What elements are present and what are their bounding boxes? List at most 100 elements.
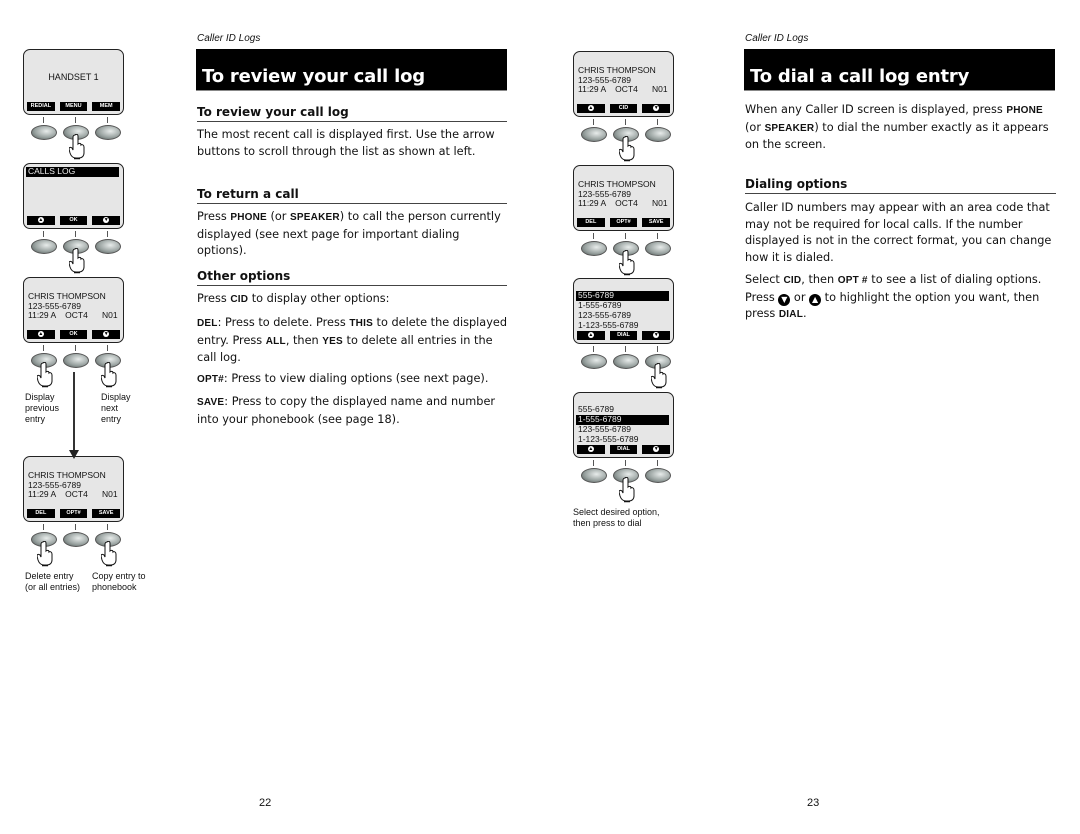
softkey-up[interactable]: ▲ [27, 330, 55, 339]
left-button[interactable] [31, 125, 57, 140]
softkey-save[interactable]: SAVE [642, 218, 671, 227]
left-button[interactable] [581, 241, 607, 256]
lcd-screen: CALLS LOG ▲ OK ▼ [23, 163, 124, 229]
softkey-redial[interactable]: REDIAL [27, 102, 55, 111]
lcd-screen: CHRIS THOMPSON 123-555-6789 11:29 A OCT4 N… [573, 51, 674, 117]
softkey-bar: DEL OPT# SAVE [27, 509, 121, 518]
page-title: To review your call log [202, 66, 425, 87]
lcd-screen: 555-6789 1-555-6789 123-555-6789 1-123-555-… [573, 392, 674, 458]
softkey-down[interactable]: ▼ [642, 104, 671, 113]
lcd-screen: 555-6789 1-555-6789 123-555-6789 1-123-555-… [573, 278, 674, 344]
softkey-mem[interactable]: MEM [92, 102, 121, 111]
up-arrow-icon: ▲ [587, 104, 594, 111]
softkey-down[interactable]: ▼ [92, 330, 121, 339]
softkey-opt-hash[interactable]: OPT# [609, 218, 638, 227]
heading-return-call: To return a call [197, 187, 507, 204]
up-arrow-icon: ▲ [809, 293, 822, 306]
tick [43, 345, 44, 351]
softkey-dial[interactable]: DIAL [609, 331, 638, 340]
phone-diagram: HANDSET 1 REDIAL MENU MEM [23, 49, 124, 160]
right-button[interactable] [645, 127, 671, 142]
key-all: ALL [265, 335, 286, 347]
button-ticks [23, 115, 124, 125]
right-button[interactable] [645, 241, 671, 256]
softkey-ok[interactable]: OK [59, 330, 88, 339]
finger-pointer-icon [36, 540, 53, 567]
dialing-paragraph: Caller ID numbers may appear with an are… [745, 201, 1052, 264]
tick [593, 346, 594, 352]
page-title: To dial a call log entry [750, 66, 970, 87]
key-opt: OPT # [837, 275, 868, 286]
center-button[interactable] [63, 353, 89, 368]
opt-paragraph: OPT#: Press to view dialing options (see… [197, 371, 512, 389]
heading-other-options: Other options [197, 269, 507, 286]
tick [75, 524, 76, 530]
text: . [803, 307, 807, 320]
button-ticks [23, 522, 124, 532]
softkey-del[interactable]: DEL [27, 509, 55, 518]
softkey-up[interactable]: ▲ [577, 445, 605, 454]
key-yes: YES [322, 335, 343, 347]
softkey-up[interactable]: ▲ [577, 104, 605, 113]
key-dial: DIAL [778, 309, 804, 320]
softkey-bar: ▲ CID ▼ [577, 104, 671, 113]
right-button[interactable] [95, 125, 121, 140]
right-button[interactable] [645, 468, 671, 483]
softkey-down[interactable]: ▼ [642, 445, 671, 454]
left-button[interactable] [581, 468, 607, 483]
left-button[interactable] [581, 354, 607, 369]
softkey-up[interactable]: ▲ [577, 331, 605, 340]
softkey-menu[interactable]: MENU [59, 102, 88, 111]
center-button[interactable] [613, 354, 639, 369]
finger-pointer-icon [618, 476, 635, 503]
screen-text: HANDSET 1 [48, 72, 99, 82]
lcd-screen: CHRIS THOMPSON 123-555-6789 11:29 A OCT4 N… [573, 165, 674, 231]
right-button[interactable] [95, 239, 121, 254]
tick [593, 119, 594, 125]
softkey-down[interactable]: ▼ [642, 331, 671, 340]
save-paragraph: SAVE: Press to copy the displayed name a… [197, 394, 502, 428]
text: to display other options: [248, 292, 390, 305]
key-cid: CID [783, 275, 802, 286]
left-button[interactable] [581, 127, 607, 142]
key-speaker: SPEAKER [290, 212, 340, 223]
tick [75, 117, 76, 123]
phone-diagram: CHRIS THOMPSON 123-555-6789 11:29 A OCT4 N… [573, 51, 674, 162]
softkey-cid[interactable]: CID [609, 104, 638, 113]
left-button[interactable] [31, 239, 57, 254]
button-ticks [23, 229, 124, 239]
down-arrow-icon: ▼ [778, 293, 791, 306]
tick [43, 117, 44, 123]
phone-diagram: CALLS LOG ▲ OK ▼ [23, 163, 124, 274]
tick [657, 460, 658, 466]
phone-diagram: 555-6789 1-555-6789 123-555-6789 1-123-555-… [573, 392, 674, 503]
tick [625, 119, 626, 125]
arrow-down-icon [69, 450, 79, 459]
tick [75, 231, 76, 237]
text: : Press to view dialing options (see nex… [223, 372, 489, 385]
intro-paragraph: When any Caller ID screen is displayed, … [745, 102, 1060, 154]
softkey-ok[interactable]: OK [59, 216, 88, 225]
return-call-paragraph: Press PHONE (or SPEAKER) to call the per… [197, 209, 512, 260]
up-arrow-icon: ▲ [587, 445, 594, 452]
tick [657, 119, 658, 125]
center-button[interactable] [63, 532, 89, 547]
up-arrow-icon: ▲ [37, 330, 44, 337]
tick [107, 231, 108, 237]
softkey-del[interactable]: DEL [577, 218, 605, 227]
tick [107, 117, 108, 123]
lcd-screen: HANDSET 1 REDIAL MENU MEM [23, 49, 124, 115]
phone-diagram: CHRIS THOMPSON 123-555-6789 11:29 A OCT4 N… [23, 277, 124, 388]
tick [107, 345, 108, 351]
softkey-up[interactable]: ▲ [27, 216, 55, 225]
softkey-bar: DEL OPT# SAVE [577, 218, 671, 227]
softkey-opt-hash[interactable]: OPT# [59, 509, 88, 518]
softkey-down[interactable]: ▼ [92, 216, 121, 225]
up-arrow-icon: ▲ [587, 331, 594, 338]
tick [625, 460, 626, 466]
finger-pointer-icon [100, 540, 117, 567]
key-del: DEL [197, 318, 218, 329]
softkey-dial[interactable]: DIAL [609, 445, 638, 454]
softkey-save[interactable]: SAVE [92, 509, 121, 518]
tick [43, 231, 44, 237]
